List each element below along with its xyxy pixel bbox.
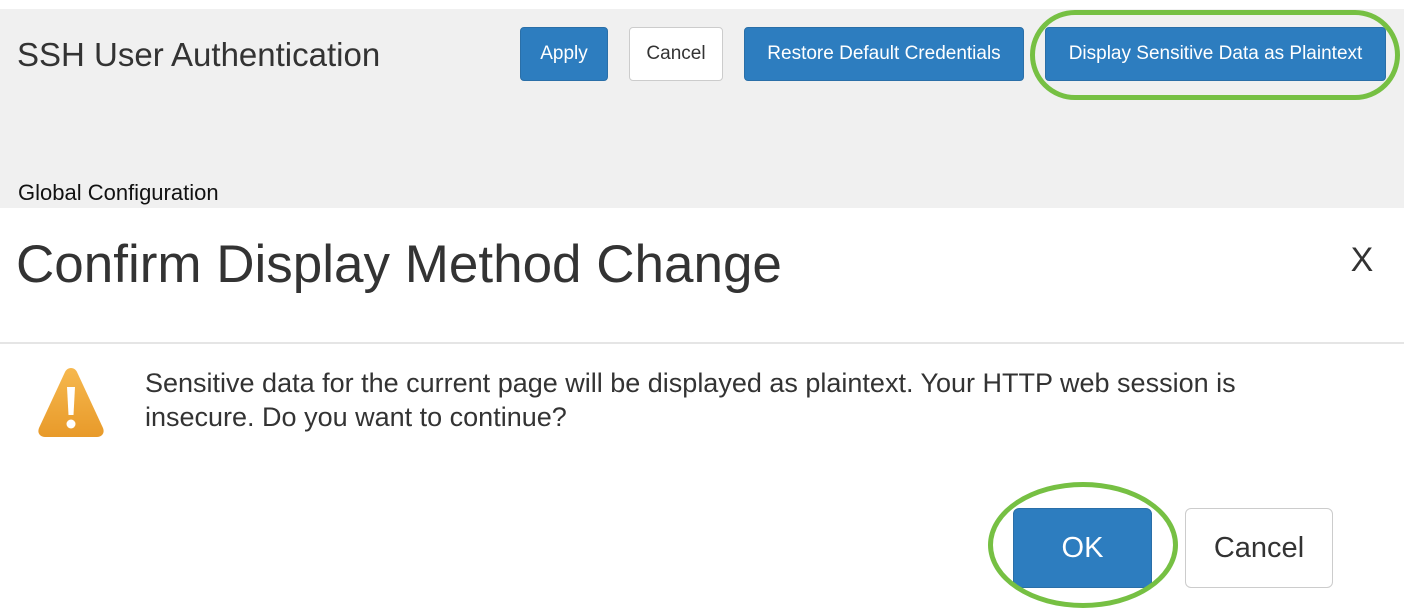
apply-button[interactable]: Apply (520, 27, 608, 81)
dialog-divider (0, 342, 1404, 344)
global-configuration-label: Global Configuration (18, 180, 219, 205)
page-title: SSH User Authentication (17, 36, 381, 73)
dialog-message: Sensitive data for the current page will… (145, 368, 1236, 432)
close-icon[interactable]: X (1342, 238, 1382, 282)
display-sensitive-data-plaintext-button[interactable]: Display Sensitive Data as Plaintext (1045, 27, 1386, 81)
cancel-button[interactable]: Cancel (629, 27, 723, 81)
dialog-cancel-button[interactable]: Cancel (1185, 508, 1333, 588)
dialog-title: Confirm Display Method Change (16, 235, 782, 294)
ok-button[interactable]: OK (1013, 508, 1152, 588)
warning-icon (38, 368, 104, 437)
restore-default-credentials-button[interactable]: Restore Default Credentials (744, 27, 1024, 81)
